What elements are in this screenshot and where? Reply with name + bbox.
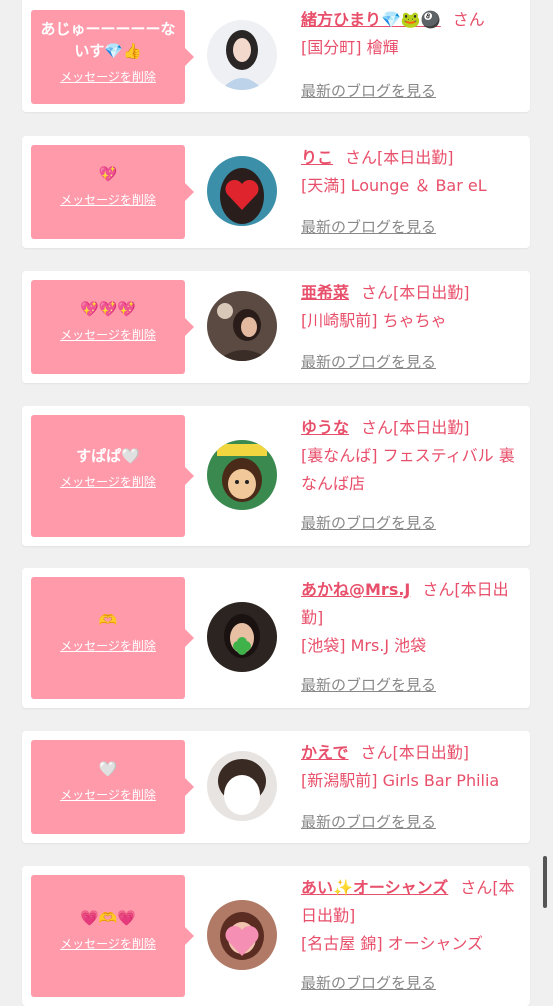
latest-blog-link[interactable]: 最新のブログを見る [301, 512, 436, 533]
avatar[interactable] [207, 602, 277, 672]
girl-name-link[interactable]: ゆうな [301, 418, 349, 437]
girl-info: あい✨オーシャンズ さん[本日出勤] [名古屋 錦] オーシャンズ [301, 874, 523, 958]
avatar[interactable] [207, 20, 277, 90]
message-card: すぱぱ🤍 メッセージを削除 ゆうな さん[本日出勤] [裏なんば] フェスティバル… [22, 406, 530, 546]
avatar[interactable] [207, 900, 277, 970]
girl-info: あかね@Mrs.J さん[本日出勤] [池袋] Mrs.J 池袋 [301, 576, 523, 660]
delete-message-link[interactable]: メッセージを削除 [31, 191, 185, 208]
girl-name-link[interactable]: 緒方ひまり💎🐸🎱 [301, 10, 441, 29]
message-bubble: 💖💖💖 メッセージを削除 [31, 280, 194, 374]
shop-name: [天満] Lounge ＆ Bar eL [301, 176, 487, 195]
avatar[interactable] [207, 440, 277, 510]
avatar[interactable] [207, 751, 277, 821]
honorific: さん [361, 283, 394, 302]
shop-name: [新潟駅前] Girls Bar Philia [301, 771, 500, 790]
message-bubble: すぱぱ🤍 メッセージを削除 [31, 415, 194, 537]
message-text: 💖 [98, 165, 118, 183]
girl-name-link[interactable]: かえで [301, 743, 349, 762]
delete-message-link[interactable]: メッセージを削除 [31, 68, 185, 85]
message-bubble: 🤍 メッセージを削除 [31, 740, 194, 834]
message-bubble: 💖 メッセージを削除 [31, 145, 194, 239]
delete-message-link[interactable]: メッセージを削除 [31, 473, 185, 490]
shop-name: [名古屋 錦] オーシャンズ [301, 934, 484, 953]
attendance-status: [本日出勤] [392, 743, 470, 762]
girl-name-link[interactable]: りこ [301, 148, 333, 167]
message-text: すぱぱ🤍 [76, 447, 140, 465]
shop-name: [国分町] 檜輝 [301, 38, 399, 57]
girl-name-link[interactable]: 亜希菜 [301, 283, 349, 302]
latest-blog-link[interactable]: 最新のブログを見る [301, 811, 436, 832]
message-card: あじゅーーーーーないす💎👍 メッセージを削除 緒方ひまり💎🐸🎱 さん [国分町] … [22, 0, 530, 112]
honorific: さん [422, 580, 455, 599]
shop-name: [池袋] Mrs.J 池袋 [301, 636, 427, 655]
girl-info: 緒方ひまり💎🐸🎱 さん [国分町] 檜輝 [301, 6, 523, 62]
message-text: 🫶 [98, 611, 118, 629]
girl-info: 亜希菜 さん[本日出勤] [川崎駅前] ちゃちゃ [301, 279, 523, 335]
attendance-status: [本日出勤] [393, 283, 470, 302]
avatar[interactable] [207, 291, 277, 361]
delete-message-link[interactable]: メッセージを削除 [31, 637, 185, 654]
honorific: さん [361, 418, 394, 437]
girl-info: りこ さん[本日出勤] [天満] Lounge ＆ Bar eL [301, 144, 523, 200]
latest-blog-link[interactable]: 最新のブログを見る [301, 351, 436, 372]
message-bubble: あじゅーーーーーないす💎👍 メッセージを削除 [31, 10, 194, 104]
message-text: 💖💖💖 [79, 300, 137, 318]
latest-blog-link[interactable]: 最新のブログを見る [301, 674, 436, 695]
honorific: さん [460, 878, 493, 897]
shop-name: [川崎駅前] ちゃちゃ [301, 311, 447, 330]
message-bubble: 🫶 メッセージを削除 [31, 577, 194, 699]
latest-blog-link[interactable]: 最新のブログを見る [301, 216, 436, 237]
message-text: あじゅーーーーーないす💎👍 [40, 20, 176, 60]
honorific: さん [345, 148, 378, 167]
girl-name-link[interactable]: あい✨オーシャンズ [301, 878, 448, 897]
message-text: 🤍 [98, 760, 118, 778]
attendance-status: [本日出勤] [393, 418, 470, 437]
girl-info: ゆうな さん[本日出勤] [裏なんば] フェスティバル 裏なんば店 [301, 414, 523, 498]
girl-info: かえで さん[本日出勤] [新潟駅前] Girls Bar Philia [301, 739, 523, 795]
message-card: 💗🫶💗 メッセージを削除 あい✨オーシャンズ さん[本日出勤] [名古屋 錦] オ… [22, 866, 530, 1006]
avatar[interactable] [207, 156, 277, 226]
latest-blog-link[interactable]: 最新のブログを見る [301, 80, 436, 101]
delete-message-link[interactable]: メッセージを削除 [31, 326, 185, 343]
girl-name-link[interactable]: あかね@Mrs.J [301, 580, 410, 599]
scrollbar[interactable] [543, 856, 547, 908]
message-text: 💗🫶💗 [79, 909, 137, 927]
latest-blog-link[interactable]: 最新のブログを見る [301, 972, 436, 993]
message-card: 💖 メッセージを削除 りこ さん[本日出勤] [天満] Lounge ＆ Bar … [22, 136, 530, 248]
message-card: 🫶 メッセージを削除 あかね@Mrs.J さん[本日出勤] [池袋] Mrs.J … [22, 568, 530, 708]
delete-message-link[interactable]: メッセージを削除 [31, 786, 185, 803]
attendance-status: [本日出勤] [377, 148, 454, 167]
honorific: さん [452, 10, 485, 29]
message-bubble: 💗🫶💗 メッセージを削除 [31, 875, 194, 997]
delete-message-link[interactable]: メッセージを削除 [31, 935, 185, 952]
shop-name: [裏なんば] フェスティバル 裏なんば店 [301, 446, 515, 493]
honorific: さん [360, 743, 393, 762]
message-card: 💖💖💖 メッセージを削除 亜希菜 さん[本日出勤] [川崎駅前] ちゃちゃ 最新の… [22, 271, 530, 383]
message-card: 🤍 メッセージを削除 かえで さん[本日出勤] [新潟駅前] Girls Bar … [22, 731, 530, 843]
